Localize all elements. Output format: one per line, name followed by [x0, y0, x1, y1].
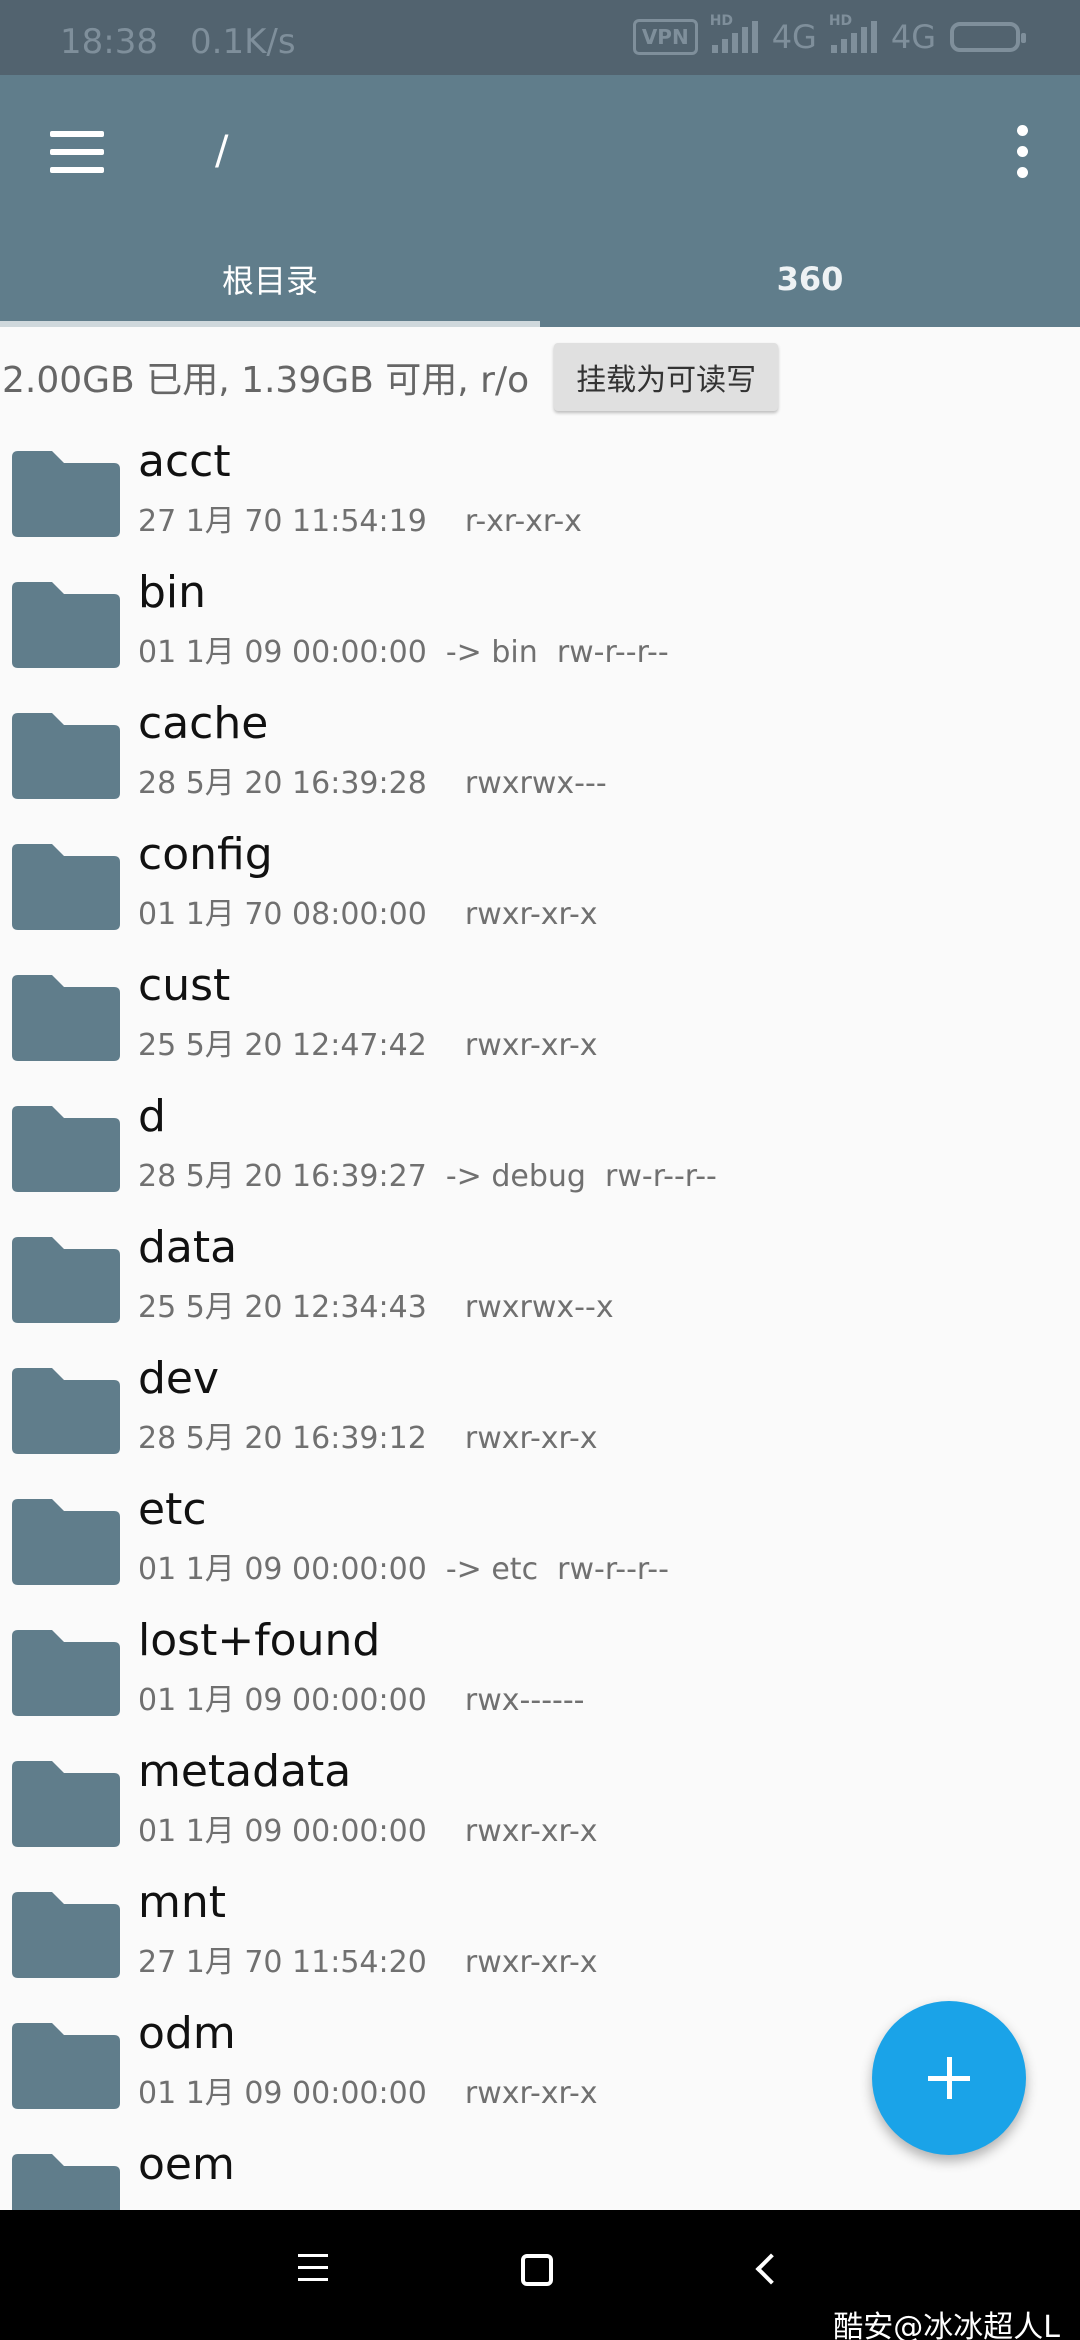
tab-root[interactable]: 根目录 — [0, 230, 540, 327]
storage-usage: 2.00GB 已用, 1.39GB 可用, r/o — [2, 360, 530, 401]
file-meta: 27 1月 70 11:54:20 rwxr-xr-x — [138, 1945, 598, 1980]
file-meta: 28 5月 20 16:39:12 rwxr-xr-x — [138, 1421, 598, 1456]
file-meta: 28 5月 20 16:39:28 rwxrwx--- — [138, 766, 607, 801]
home-icon[interactable] — [521, 2254, 553, 2286]
storage-info-row: 2.00GB 已用, 1.39GB 可用, r/o 挂载为可读写 — [0, 327, 1080, 427]
more-options-icon[interactable] — [1012, 125, 1032, 179]
status-icons: VPN HD 4G HD 4G — [632, 13, 1026, 56]
folder-icon — [10, 709, 122, 799]
file-name: odm — [138, 2008, 236, 2059]
navigation-bar: 酷安@冰冰超人L — [0, 2210, 1080, 2340]
file-row[interactable]: cust 25 5月 20 12:47:42 rwxr-xr-x — [0, 954, 1080, 1085]
folder-icon — [10, 1626, 122, 1716]
add-button[interactable] — [872, 2001, 1026, 2155]
file-name: bin — [138, 567, 207, 618]
file-list[interactable]: acct 27 1月 70 11:54:19 r-xr-xr-x bin 01 1月 … — [0, 430, 1080, 2210]
folder-icon — [10, 1888, 122, 1978]
hd-label: HD — [709, 13, 734, 29]
file-name: cust — [138, 960, 231, 1011]
folder-icon — [10, 1757, 122, 1847]
file-meta: 01 1月 09 00:00:00 rwx------ — [138, 1683, 585, 1718]
back-icon[interactable] — [750, 2254, 780, 2286]
app-bar: / 根目录 360 — [0, 75, 1080, 327]
tab-360-label: 360 — [776, 259, 844, 298]
file-row[interactable]: config 01 1月 70 08:00:00 rwxr-xr-x — [0, 823, 1080, 954]
folder-icon — [10, 971, 122, 1061]
network-type-1: 4G — [771, 18, 817, 56]
folder-icon — [10, 1102, 122, 1192]
menu-icon[interactable] — [50, 131, 104, 175]
file-meta: 01 1月 09 00:00:00 rwxr-xr-x — [138, 2076, 598, 2111]
file-name: dev — [138, 1353, 220, 1404]
file-name: d — [138, 1091, 166, 1142]
vpn-icon: VPN — [632, 19, 698, 55]
file-row[interactable]: mnt 27 1月 70 11:54:20 rwxr-xr-x — [0, 1871, 1080, 2002]
file-name: config — [138, 829, 273, 880]
battery-icon — [950, 22, 1026, 52]
file-row[interactable]: data 25 5月 20 12:34:43 rwxrwx--x — [0, 1216, 1080, 1347]
file-row[interactable]: d 28 5月 20 16:39:27 -> debug rw-r--r-- — [0, 1085, 1080, 1216]
file-row[interactable]: etc 01 1月 09 00:00:00 -> etc rw-r--r-- — [0, 1478, 1080, 1609]
file-name: cache — [138, 698, 269, 749]
file-name: oem — [138, 2139, 235, 2190]
file-meta: 27 1月 70 11:54:19 r-xr-xr-x — [138, 504, 582, 539]
folder-icon — [10, 840, 122, 930]
folder-icon — [10, 447, 122, 537]
file-meta: 01 1月 09 00:00:00 rwxr-xr-x — [138, 1814, 598, 1849]
file-meta: 01 1月 09 00:00:00 -> bin rw-r--r-- — [138, 635, 669, 670]
folder-icon — [10, 1495, 122, 1585]
file-row[interactable]: lost+found 01 1月 09 00:00:00 rwx------ — [0, 1609, 1080, 1740]
folder-icon — [10, 2019, 122, 2109]
file-meta: 25 5月 20 12:47:42 rwxr-xr-x — [138, 1028, 598, 1063]
folder-icon — [10, 1233, 122, 1323]
folder-icon — [10, 578, 122, 668]
file-manager-screen: 18:38 0.1K/s VPN HD 4G HD 4G / 根目录 360 2… — [0, 0, 1080, 2340]
signal-icon: HD — [710, 13, 758, 53]
file-meta: 28 5月 20 16:39:27 -> debug rw-r--r-- — [138, 1159, 717, 1194]
file-row[interactable]: acct 27 1月 70 11:54:19 r-xr-xr-x — [0, 430, 1080, 561]
folder-icon — [10, 2150, 122, 2210]
file-row[interactable]: metadata 01 1月 09 00:00:00 rwxr-xr-x — [0, 1740, 1080, 1871]
file-meta: 01 1月 09 00:00:00 -> etc rw-r--r-- — [138, 1552, 669, 1587]
recent-apps-icon[interactable] — [298, 2254, 328, 2284]
signal-icon-2: HD — [829, 13, 877, 53]
status-bar: 18:38 0.1K/s VPN HD 4G HD 4G — [0, 0, 1080, 75]
tab-360[interactable]: 360 — [540, 230, 1080, 327]
file-row[interactable]: bin 01 1月 09 00:00:00 -> bin rw-r--r-- — [0, 561, 1080, 692]
mount-read-write-button[interactable]: 挂载为可读写 — [554, 343, 779, 411]
folder-icon — [10, 1364, 122, 1454]
file-name: mnt — [138, 1877, 226, 1928]
file-name: acct — [138, 436, 231, 487]
status-time: 18:38 — [60, 22, 158, 62]
status-network-speed: 0.1K/s — [190, 22, 296, 62]
watermark: 酷安@冰冰超人L — [833, 2310, 1060, 2340]
hd-label-2: HD — [828, 13, 853, 29]
file-meta: 01 1月 09 00:00:00 — [138, 2199, 427, 2210]
tab-bar: 根目录 360 — [0, 230, 1080, 327]
file-name: metadata — [138, 1746, 352, 1797]
file-row[interactable]: dev 28 5月 20 16:39:12 rwxr-xr-x — [0, 1347, 1080, 1478]
file-meta: 25 5月 20 12:34:43 rwxrwx--x — [138, 1290, 614, 1325]
file-name: lost+found — [138, 1615, 381, 1666]
file-meta: 01 1月 70 08:00:00 rwxr-xr-x — [138, 897, 598, 932]
network-type-2: 4G — [890, 18, 936, 56]
current-path: / — [215, 128, 229, 174]
file-name: etc — [138, 1484, 207, 1535]
file-name: data — [138, 1222, 238, 1273]
tab-root-label: 根目录 — [221, 261, 318, 300]
file-row[interactable]: cache 28 5月 20 16:39:28 rwxrwx--- — [0, 692, 1080, 823]
